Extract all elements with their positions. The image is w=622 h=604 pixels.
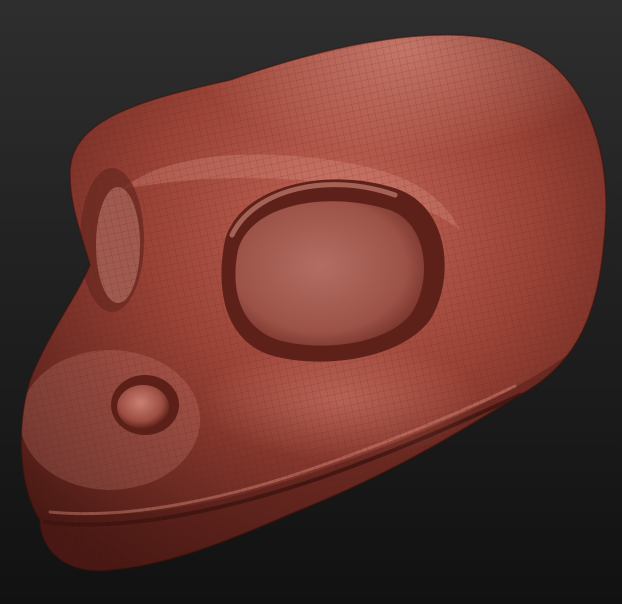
viewport-3d[interactable] xyxy=(0,0,622,604)
sculpt-canvas[interactable] xyxy=(0,0,622,604)
nostril-inner xyxy=(117,385,169,429)
eye-socket-inner xyxy=(235,201,424,346)
nostril xyxy=(111,375,179,435)
near-eye xyxy=(221,179,445,362)
